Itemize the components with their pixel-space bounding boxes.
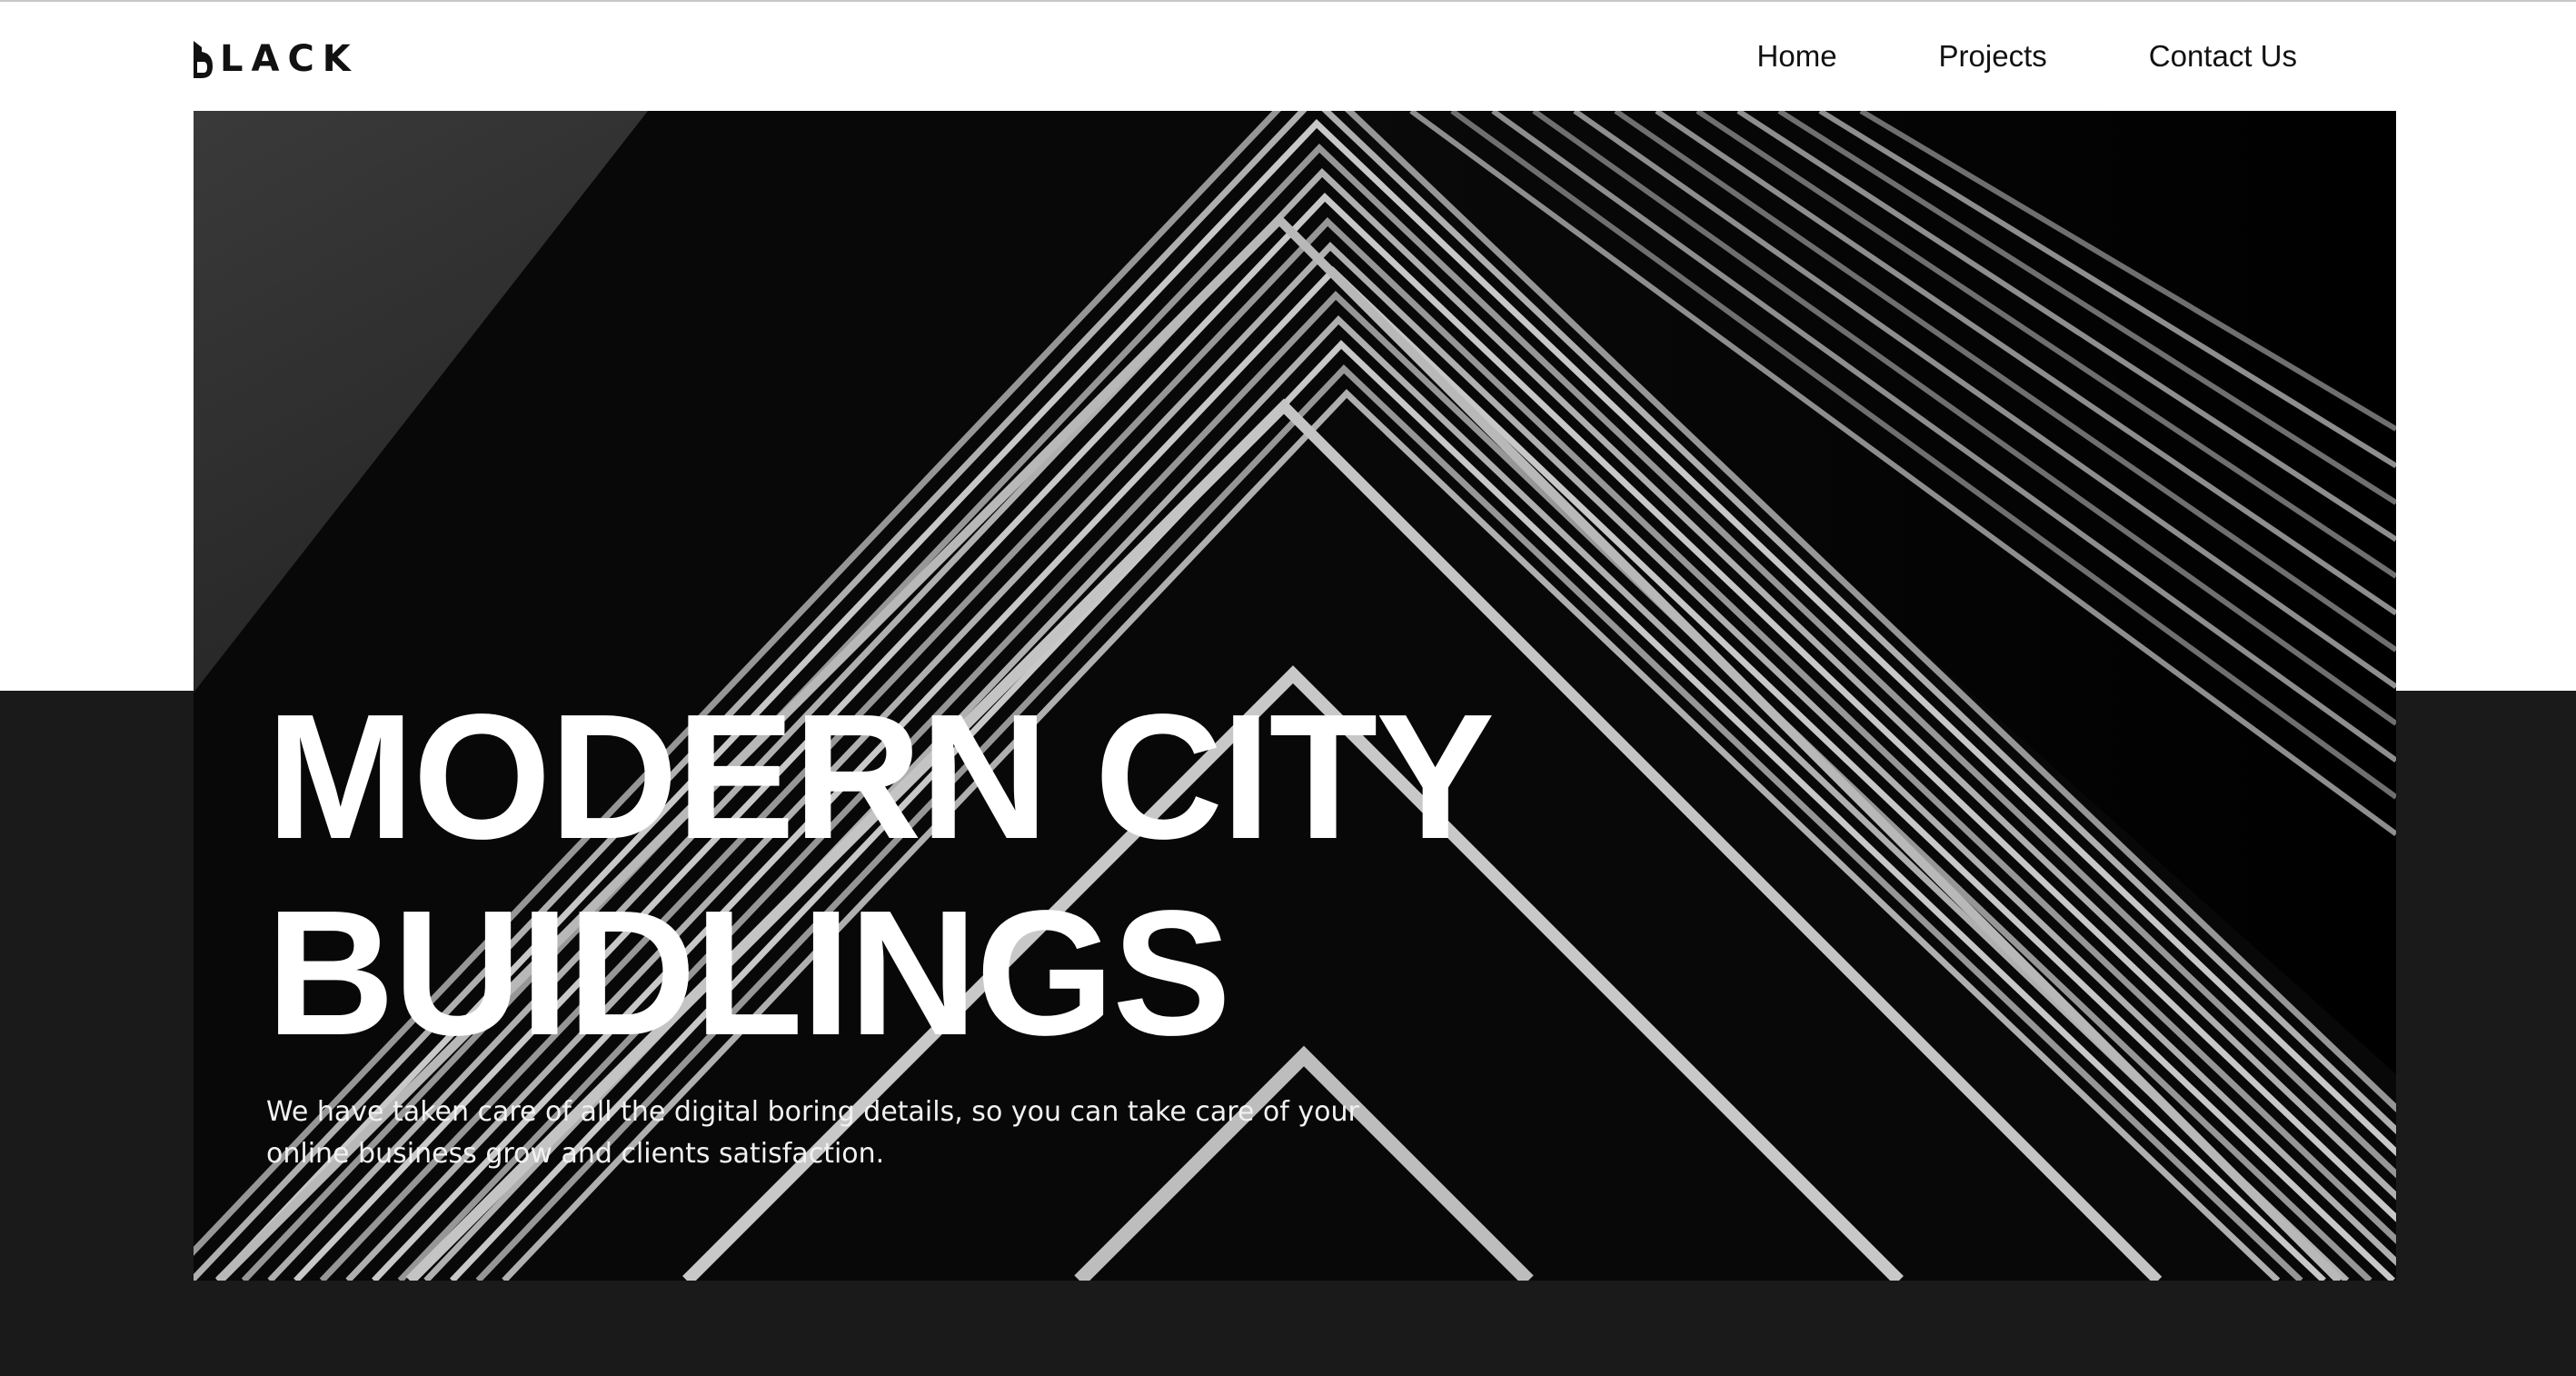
hero-title-line-1: MODERN CITY [266,677,1495,876]
hero-title-line-2: BUIDLINGS [266,873,1231,1072]
site-header: LACK Home Projects Contact Us [0,2,2576,111]
logo-text: LACK [220,38,359,80]
hero-content: MODERN CITY BUIDLINGS We have taken care… [266,679,1538,1175]
nav-contact-link[interactable]: Contact Us [2149,35,2297,78]
hero-section: MODERN CITY BUIDLINGS We have taken care… [194,111,2396,1281]
landing-page: LACK Home Projects Contact Us MODERN CIT… [0,0,2576,1376]
hero-title: MODERN CITY BUIDLINGS [266,679,1538,1072]
logo-mark-icon [194,41,213,78]
brand-logo[interactable]: LACK [193,36,359,82]
nav-home-link[interactable]: Home [1757,35,1837,78]
hero-description: We have taken care of all the digital bo… [266,1096,1359,1170]
nav-projects-link[interactable]: Projects [1939,35,2047,78]
main-nav: Home Projects Contact Us [1757,35,2297,78]
